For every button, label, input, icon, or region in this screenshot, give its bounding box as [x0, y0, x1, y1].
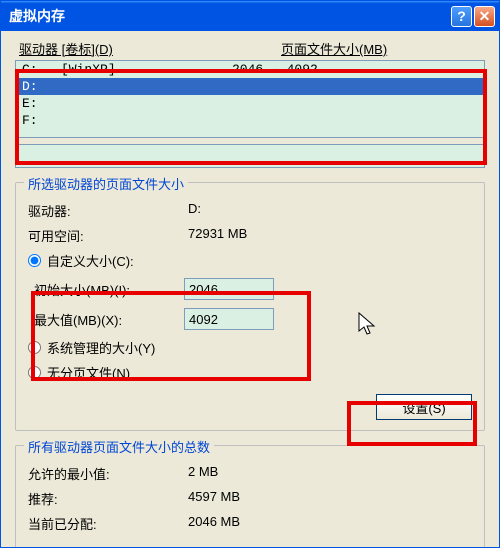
group-title: 所选驱动器的页面文件大小: [24, 174, 188, 193]
initial-size-label: 初始大小(MB)(I):: [34, 280, 184, 299]
rec-label: 推荐:: [28, 489, 188, 508]
titlebar: 虚拟内存 ? ✕: [1, 1, 499, 31]
drives-header: 驱动器 [卷标](D): [19, 39, 281, 58]
virtual-memory-dialog: 虚拟内存 ? ✕ 驱动器 [卷标](D) 页面文件大小(MB) C: [WinX…: [0, 0, 500, 548]
initial-size-input[interactable]: [184, 278, 274, 300]
custom-size-radio[interactable]: [28, 254, 41, 267]
drive-cell: D:: [22, 79, 232, 94]
list-item[interactable]: C: [WinXP] 2046 - 4092: [16, 61, 484, 78]
drive-value: D:: [188, 201, 472, 220]
spacer-box: [15, 144, 485, 168]
close-button[interactable]: ✕: [474, 6, 495, 27]
drive-cell: F:: [22, 113, 232, 128]
size-cell: [232, 113, 478, 128]
rec-value: 4597 MB: [188, 489, 472, 508]
size-cell: [232, 96, 478, 111]
selected-drive-group: 所选驱动器的页面文件大小 驱动器: D: 可用空间: 72931 MB 自定义大…: [15, 182, 485, 431]
max-size-input[interactable]: [184, 308, 274, 330]
cur-label: 当前已分配:: [28, 514, 188, 533]
size-cell: [232, 79, 478, 94]
help-button[interactable]: ?: [451, 6, 472, 27]
no-pagefile-label: 无分页文件(N): [47, 363, 130, 382]
cur-value: 2046 MB: [188, 514, 472, 533]
question-icon: ?: [457, 8, 466, 24]
size-cell: 2046 - 4092: [232, 62, 478, 77]
space-value: 72931 MB: [188, 226, 472, 245]
pagefile-header: 页面文件大小(MB): [281, 39, 481, 58]
set-button[interactable]: 设置(S): [376, 394, 472, 420]
list-item[interactable]: D:: [16, 78, 484, 95]
drive-label: 驱动器:: [28, 201, 188, 220]
drive-listbox[interactable]: C: [WinXP] 2046 - 4092 D: E: F:: [15, 60, 485, 138]
system-managed-radio[interactable]: [28, 341, 41, 354]
totals-group: 所有驱动器页面文件大小的总数 允许的最小值: 2 MB 推荐: 4597 MB …: [15, 445, 485, 548]
no-pagefile-radio[interactable]: [28, 366, 41, 379]
list-item[interactable]: F:: [16, 112, 484, 129]
group-title: 所有驱动器页面文件大小的总数: [24, 437, 214, 456]
system-managed-label: 系统管理的大小(Y): [47, 338, 155, 357]
min-label: 允许的最小值:: [28, 464, 188, 483]
space-label: 可用空间:: [28, 226, 188, 245]
drive-cell: E:: [22, 96, 232, 111]
window-title: 虚拟内存: [9, 6, 451, 26]
list-item[interactable]: E:: [16, 95, 484, 112]
drive-cell: C: [WinXP]: [22, 62, 232, 77]
custom-size-label: 自定义大小(C):: [47, 251, 134, 270]
max-size-label: 最大值(MB)(X):: [34, 310, 184, 329]
min-value: 2 MB: [188, 464, 472, 483]
close-icon: ✕: [479, 8, 491, 25]
